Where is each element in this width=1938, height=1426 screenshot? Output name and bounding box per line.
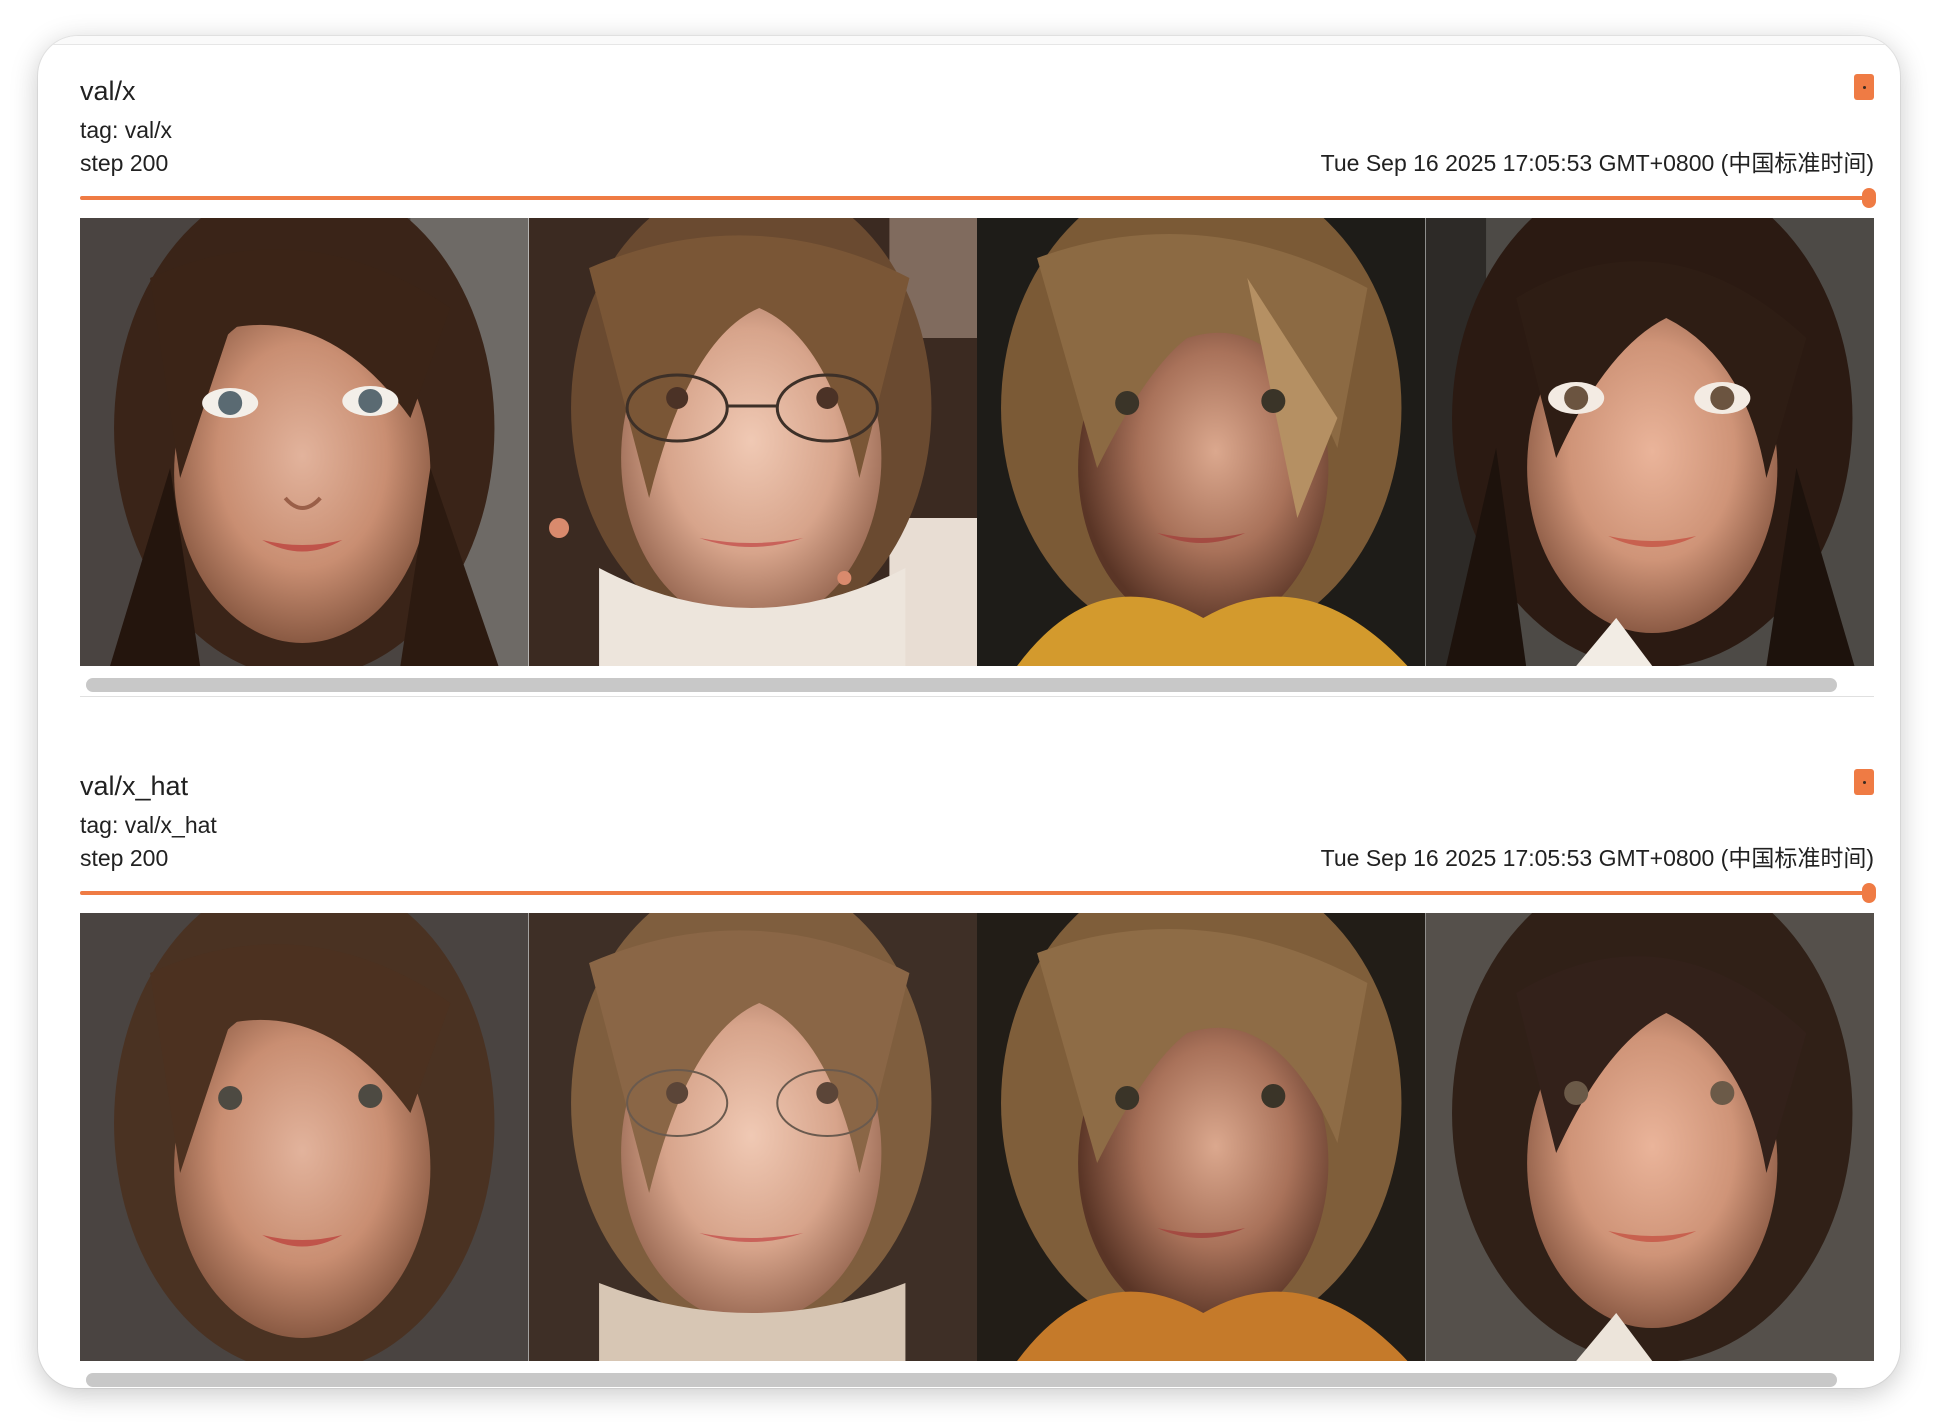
image-thumbnail[interactable] bbox=[528, 913, 977, 1361]
card-step: step 200 bbox=[80, 845, 169, 871]
image-thumbnail[interactable] bbox=[1425, 913, 1874, 1361]
scrollbar-thumb[interactable] bbox=[86, 678, 1837, 692]
image-strip bbox=[80, 218, 1874, 666]
image-thumbnail[interactable] bbox=[977, 218, 1426, 666]
image-thumbnail[interactable] bbox=[977, 913, 1426, 1361]
card-timestamp: Tue Sep 16 2025 17:05:53 GMT+0800 (中国标准时… bbox=[1320, 150, 1874, 176]
step-slider-track bbox=[80, 891, 1866, 895]
image-thumbnail[interactable] bbox=[80, 218, 529, 666]
card-menu-button[interactable] bbox=[1854, 74, 1874, 100]
image-thumbnail[interactable] bbox=[528, 218, 977, 666]
card-title: val/x bbox=[80, 76, 136, 106]
step-slider-thumb[interactable] bbox=[1862, 883, 1876, 903]
step-slider[interactable] bbox=[80, 883, 1876, 903]
scrollbar-thumb[interactable] bbox=[86, 1373, 1837, 1387]
card-timestamp: Tue Sep 16 2025 17:05:53 GMT+0800 (中国标准时… bbox=[1320, 845, 1874, 871]
step-slider-track bbox=[80, 196, 1866, 200]
card-step: step 200 bbox=[80, 150, 169, 176]
image-dashboard-window: val/x tag: val/x step 200 Tue Sep 16 202… bbox=[38, 36, 1900, 1388]
card-tag: tag: val/x bbox=[80, 117, 173, 143]
image-thumbnail[interactable] bbox=[1425, 218, 1874, 666]
card-menu-button[interactable] bbox=[1854, 769, 1874, 795]
card-tag: tag: val/x_hat bbox=[80, 812, 217, 838]
horizontal-scrollbar[interactable] bbox=[80, 1369, 1874, 1388]
step-slider-thumb[interactable] bbox=[1862, 188, 1876, 208]
step-slider[interactable] bbox=[80, 188, 1876, 208]
horizontal-scrollbar[interactable] bbox=[80, 674, 1874, 697]
image-thumbnail[interactable] bbox=[80, 913, 529, 1361]
image-strip bbox=[80, 913, 1874, 1361]
card-title: val/x_hat bbox=[80, 771, 189, 801]
